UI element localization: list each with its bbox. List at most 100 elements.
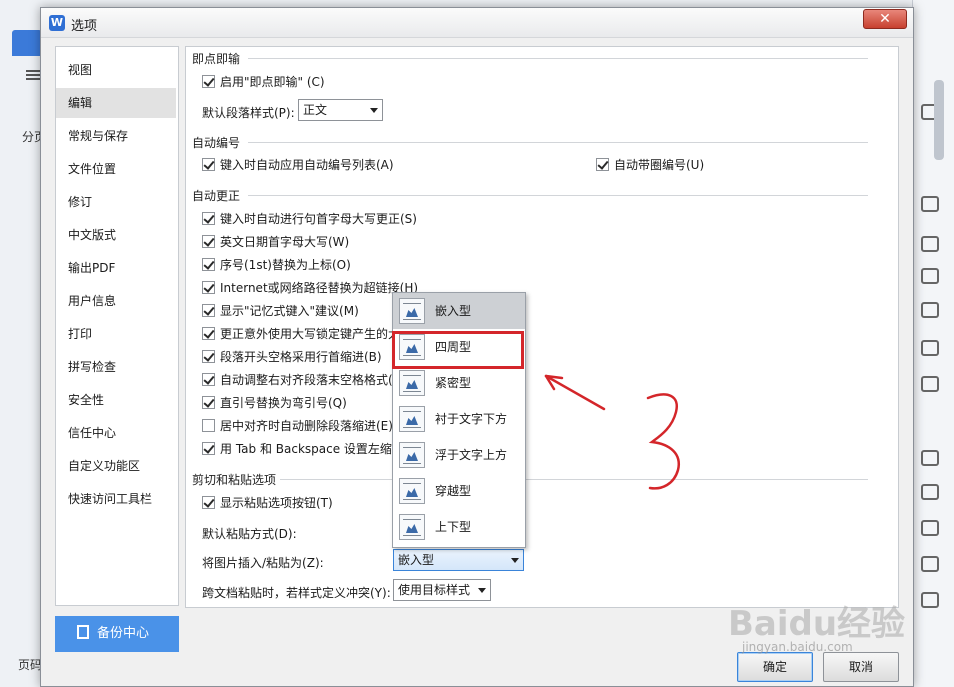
toolbar-icon[interactable] bbox=[921, 592, 939, 608]
close-button[interactable]: ✕ bbox=[863, 9, 907, 29]
edit-options-panel: 即点即输 启用"即点即输" (C) 默认段落样式(P): 正文 自动编号 键入时… bbox=[185, 46, 899, 608]
checkbox-row-auto-correct[interactable]: 序号(1st)替换为上标(O) bbox=[202, 256, 351, 274]
checkbox-row-auto-correct[interactable]: Internet或网络路径替换为超链接(H) bbox=[202, 279, 418, 297]
baidu-watermark-url: jingyan.baidu.com bbox=[742, 640, 853, 654]
checkbox[interactable] bbox=[202, 419, 215, 432]
baidu-watermark-logo: Baidu经验 bbox=[728, 604, 906, 644]
sidebar-item-general-save[interactable]: 常规与保存 bbox=[56, 121, 176, 151]
toolbar-icon[interactable] bbox=[921, 520, 939, 536]
menu-icon[interactable] bbox=[26, 70, 40, 80]
bg-scrollbar[interactable] bbox=[934, 80, 944, 160]
wps-app-icon: W bbox=[49, 15, 65, 31]
checkbox-label: 序号(1st)替换为上标(O) bbox=[220, 258, 351, 272]
section-title-paste: 剪切和粘贴选项 bbox=[192, 473, 277, 487]
sidebar-item-export-pdf[interactable]: 输出PDF bbox=[56, 253, 176, 283]
checkbox-label: 自动调整右对齐段落末空格格式(I bbox=[220, 373, 397, 387]
section-title-auto-correct: 自动更正 bbox=[192, 189, 241, 203]
checkbox-row-auto-correct[interactable]: 居中对齐时自动删除段落缩进(E) bbox=[202, 417, 393, 435]
checkbox[interactable] bbox=[202, 496, 215, 509]
toolbar-icon[interactable] bbox=[921, 268, 939, 284]
checkbox[interactable] bbox=[202, 373, 215, 386]
cross-doc-select[interactable]: 使用目标样式 bbox=[393, 579, 491, 601]
checkbox-row-auto-correct[interactable]: 用 Tab 和 Backspace 设置左缩 bbox=[202, 440, 392, 458]
checkbox-label: Internet或网络路径替换为超链接(H) bbox=[220, 281, 419, 295]
checkbox-row-auto-correct[interactable]: 段落开头空格采用行首缩进(B) bbox=[202, 348, 382, 366]
checkbox[interactable] bbox=[202, 281, 215, 294]
checkbox-row-auto-correct[interactable]: 键入时自动进行句首字母大写更正(S) bbox=[202, 210, 417, 228]
dropdown-option[interactable]: 穿越型 bbox=[393, 473, 525, 509]
dropdown-option[interactable]: 上下型 bbox=[393, 509, 525, 545]
checkbox-label: 更正意外使用大写锁定键产生的大 bbox=[220, 327, 401, 341]
checkbox-row-circled-number[interactable]: 自动带圈编号(U) bbox=[596, 156, 704, 174]
checkbox-row-enable-click-input[interactable]: 启用"即点即输" (C) bbox=[202, 73, 325, 91]
checkbox-label: 启用"即点即输" (C) bbox=[220, 75, 325, 89]
sidebar-item-chinese-layout[interactable]: 中文版式 bbox=[56, 220, 176, 250]
dropdown-option-label: 浮于文字上方 bbox=[435, 448, 508, 462]
checkbox-label: 段落开头空格采用行首缩进(B) bbox=[220, 350, 382, 364]
dropdown-option-label: 衬于文字下方 bbox=[435, 412, 508, 426]
checkbox-row-show-paste-button[interactable]: 显示粘贴选项按钮(T) bbox=[202, 494, 333, 512]
sidebar-item-security[interactable]: 安全性 bbox=[56, 385, 176, 415]
sidebar-item-revision[interactable]: 修订 bbox=[56, 187, 176, 217]
cancel-button[interactable]: 取消 bbox=[823, 652, 899, 682]
checkbox-row-auto-correct[interactable]: 显示"记忆式键入"建议(M) bbox=[202, 302, 359, 320]
sidebar-item-edit[interactable]: 编辑 bbox=[56, 88, 176, 118]
checkbox[interactable] bbox=[202, 158, 215, 171]
default-style-label: 默认段落样式(P): bbox=[202, 106, 295, 120]
wrap-style-icon bbox=[399, 406, 425, 432]
sidebar-item-user-info[interactable]: 用户信息 bbox=[56, 286, 176, 316]
dropdown-option[interactable]: 嵌入型 bbox=[393, 293, 525, 329]
checkbox-row-auto-correct[interactable]: 更正意外使用大写锁定键产生的大 bbox=[202, 325, 400, 343]
checkbox[interactable] bbox=[202, 212, 215, 225]
dropdown-option[interactable]: 衬于文字下方 bbox=[393, 401, 525, 437]
default-paste-label: 默认粘贴方式(D): bbox=[202, 527, 297, 541]
dialog-titlebar[interactable]: W 选项 ✕ bbox=[41, 8, 913, 38]
sidebar-item-file-location[interactable]: 文件位置 bbox=[56, 154, 176, 184]
toolbar-icon[interactable] bbox=[921, 450, 939, 466]
section-divider bbox=[248, 195, 868, 196]
bg-document-tab[interactable] bbox=[12, 30, 42, 56]
dialog-title: 选项 bbox=[71, 19, 98, 34]
checkbox[interactable] bbox=[202, 396, 215, 409]
sidebar-item-trust-center[interactable]: 信任中心 bbox=[56, 418, 176, 448]
checkbox-row-auto-correct[interactable]: 英文日期首字母大写(W) bbox=[202, 233, 349, 251]
options-sidebar: 视图 编辑 常规与保存 文件位置 修订 中文版式 输出PDF 用户信息 打印 拼… bbox=[55, 46, 179, 606]
checkbox-label: 键入时自动进行句首字母大写更正(S) bbox=[220, 212, 417, 226]
checkbox-row-auto-correct[interactable]: 自动调整右对齐段落末空格格式(I bbox=[202, 371, 396, 389]
sidebar-item-quick-access[interactable]: 快速访问工具栏 bbox=[56, 484, 176, 514]
sidebar-item-spell-check[interactable]: 拼写检查 bbox=[56, 352, 176, 382]
checkbox[interactable] bbox=[596, 158, 609, 171]
section-divider bbox=[280, 479, 868, 480]
toolbar-icon[interactable] bbox=[921, 302, 939, 318]
insert-picture-select[interactable]: 嵌入型 bbox=[393, 549, 524, 571]
checkbox[interactable] bbox=[202, 327, 215, 340]
checkbox[interactable] bbox=[202, 442, 215, 455]
ok-button[interactable]: 确定 bbox=[737, 652, 813, 682]
dropdown-option[interactable]: 浮于文字上方 bbox=[393, 437, 525, 473]
wrap-style-icon bbox=[399, 514, 425, 540]
toolbar-icon[interactable] bbox=[921, 556, 939, 572]
toolbar-icon[interactable] bbox=[921, 484, 939, 500]
checkbox-label: 居中对齐时自动删除段落缩进(E) bbox=[220, 419, 393, 433]
checkbox[interactable] bbox=[202, 75, 215, 88]
toolbar-icon[interactable] bbox=[921, 236, 939, 252]
chevron-down-icon bbox=[478, 588, 486, 593]
sidebar-item-view[interactable]: 视图 bbox=[56, 55, 176, 85]
dropdown-option[interactable]: 紧密型 bbox=[393, 365, 525, 401]
toolbar-icon[interactable] bbox=[921, 196, 939, 212]
toolbar-icon[interactable] bbox=[921, 376, 939, 392]
cross-doc-value: 使用目标样式 bbox=[398, 583, 471, 597]
chevron-down-icon bbox=[511, 558, 519, 563]
backup-center-button[interactable]: 备份中心 bbox=[55, 616, 179, 652]
sidebar-item-print[interactable]: 打印 bbox=[56, 319, 176, 349]
default-style-select[interactable]: 正文 bbox=[298, 99, 383, 121]
dropdown-option-label: 紧密型 bbox=[435, 376, 472, 390]
toolbar-icon[interactable] bbox=[921, 340, 939, 356]
sidebar-item-customize-ribbon[interactable]: 自定义功能区 bbox=[56, 451, 176, 481]
checkbox[interactable] bbox=[202, 350, 215, 363]
checkbox[interactable] bbox=[202, 304, 215, 317]
checkbox-row-auto-number-list[interactable]: 键入时自动应用自动编号列表(A) bbox=[202, 156, 394, 174]
checkbox[interactable] bbox=[202, 258, 215, 271]
checkbox[interactable] bbox=[202, 235, 215, 248]
checkbox-row-auto-correct[interactable]: 直引号替换为弯引号(Q) bbox=[202, 394, 347, 412]
